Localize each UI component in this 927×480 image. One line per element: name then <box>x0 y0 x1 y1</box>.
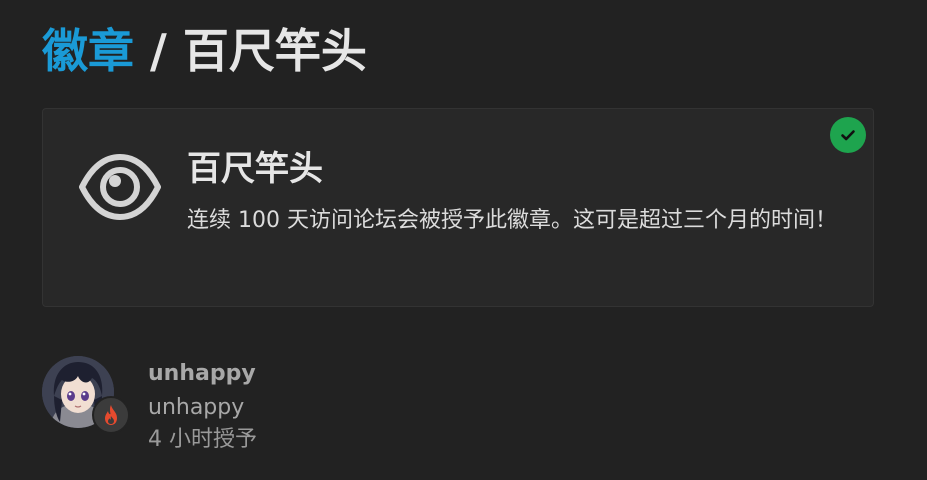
badge-page: 徽章 / 百尺竿头 百尺竿头 连续 100 天访问论坛会被授予此徽章。这可是超过… <box>0 0 927 480</box>
avatar-container[interactable] <box>42 356 130 434</box>
badge-card: 百尺竿头 连续 100 天访问论坛会被授予此徽章。这可是超过三个月的时间！ <box>42 108 874 307</box>
breadcrumb-badges-link[interactable]: 徽章 <box>42 24 134 78</box>
username-link[interactable]: unhappy <box>148 360 256 388</box>
granted-time: 4 小时授予 <box>148 427 257 452</box>
breadcrumb-separator: / <box>134 24 183 78</box>
badge-grant-item: unhappy unhappy 4 小时授予 <box>42 356 542 456</box>
eye-icon <box>79 153 161 221</box>
badge-description: 连续 100 天访问论坛会被授予此徽章。这可是超过三个月的时间！ <box>187 208 837 233</box>
page-title: 徽章 / 百尺竿头 <box>42 22 367 80</box>
check-icon <box>830 117 866 153</box>
user-display-name: unhappy <box>148 395 245 420</box>
breadcrumb-current: 百尺竿头 <box>182 24 367 78</box>
fire-icon <box>92 396 130 434</box>
badge-name: 百尺竿头 <box>187 149 323 189</box>
